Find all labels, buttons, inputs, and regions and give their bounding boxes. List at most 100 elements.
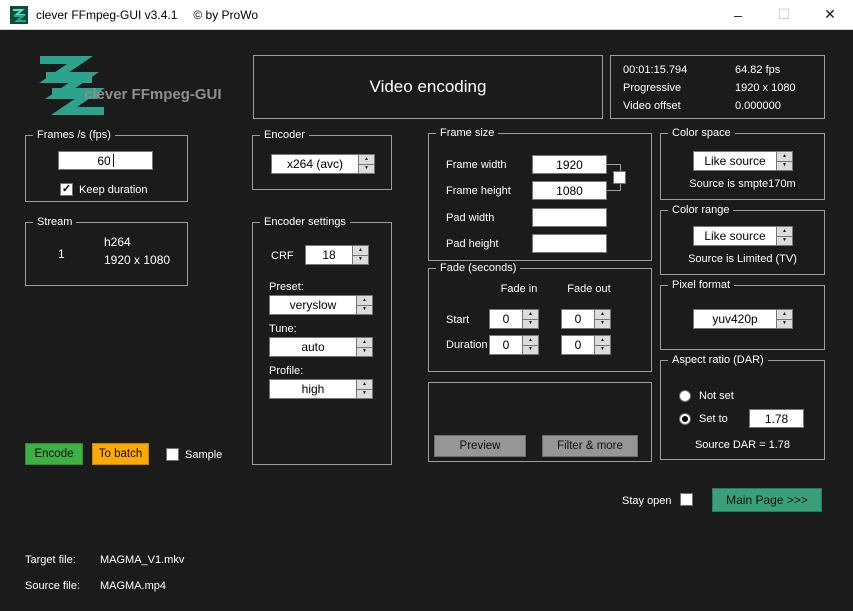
- encode-button[interactable]: Encode: [25, 443, 83, 465]
- page-title: Video encoding: [369, 77, 487, 96]
- preset-label: Preset:: [269, 281, 304, 293]
- spin-up-icon[interactable]: ▲: [595, 335, 611, 346]
- spin-down-icon[interactable]: ▼: [777, 161, 793, 171]
- spin-down-icon[interactable]: ▼: [353, 255, 369, 265]
- keep-duration-label: Keep duration: [79, 184, 148, 196]
- color-space-select[interactable]: Like source ▲ ▼: [693, 151, 793, 171]
- page-title-box: Video encoding: [253, 55, 603, 119]
- spin-up-icon[interactable]: ▲: [777, 309, 793, 320]
- preset-select[interactable]: veryslow ▲ ▼: [269, 295, 373, 315]
- spin-down-icon[interactable]: ▼: [777, 319, 793, 329]
- encoder-value[interactable]: x264 (avc): [271, 154, 359, 174]
- spinner-buttons: ▲ ▼: [523, 309, 539, 329]
- filter-more-button[interactable]: Filter & more: [542, 435, 638, 457]
- spin-down-icon[interactable]: ▼: [359, 164, 375, 174]
- spin-up-icon[interactable]: ▲: [523, 335, 539, 346]
- app-window: clever FFmpeg-GUI v3.4.1 © by ProWo – ☐ …: [0, 0, 853, 611]
- spin-down-icon[interactable]: ▼: [595, 319, 611, 329]
- spin-down-icon[interactable]: ▼: [357, 347, 373, 357]
- spin-down-icon[interactable]: ▼: [357, 305, 373, 315]
- fade-start-label: Start: [446, 314, 470, 326]
- fade-start-in-value[interactable]: 0: [489, 309, 523, 329]
- spin-up-icon[interactable]: ▲: [357, 337, 373, 348]
- spin-up-icon[interactable]: ▲: [595, 309, 611, 320]
- close-icon[interactable]: ✕: [807, 0, 853, 29]
- spin-up-icon[interactable]: ▲: [353, 245, 369, 256]
- preset-value[interactable]: veryslow: [269, 295, 357, 315]
- stream-group: Stream 1 h264 1920 x 1080: [25, 215, 188, 286]
- tune-value[interactable]: auto: [269, 337, 357, 357]
- spin-up-icon[interactable]: ▲: [523, 309, 539, 320]
- dar-input[interactable]: [749, 409, 804, 428]
- spin-up-icon[interactable]: ▲: [359, 154, 375, 165]
- crf-label: CRF: [271, 250, 294, 262]
- aspect-ratio-group: Aspect ratio (DAR) Not set Set to Source…: [660, 353, 825, 460]
- set-to-radio[interactable]: [679, 413, 691, 425]
- sample-checkbox[interactable]: [166, 448, 179, 461]
- spin-up-icon[interactable]: ▲: [777, 226, 793, 237]
- fade-start-out-stepper[interactable]: 0 ▲ ▼: [561, 309, 611, 329]
- spin-down-icon[interactable]: ▼: [357, 389, 373, 399]
- stream-resolution: 1920 x 1080: [104, 253, 171, 267]
- fade-out-header: Fade out: [567, 283, 611, 295]
- pad-width-input[interactable]: [532, 208, 607, 227]
- crf-value[interactable]: 18: [305, 245, 353, 265]
- spin-up-icon[interactable]: ▲: [357, 295, 373, 306]
- spin-up-icon[interactable]: ▲: [357, 379, 373, 390]
- pixel-format-value[interactable]: yuv420p: [693, 309, 777, 329]
- encoder-select[interactable]: x264 (avc) ▲ ▼: [271, 154, 375, 174]
- not-set-radio[interactable]: [679, 390, 691, 402]
- color-range-source-note: Source is Limited (TV): [688, 253, 797, 265]
- info-video-offset-value: 0.000000: [735, 100, 781, 112]
- fade-duration-in-value[interactable]: 0: [489, 335, 523, 355]
- spinner-buttons: ▲ ▼: [595, 335, 611, 355]
- frame-size-group: Frame size Frame width Frame height Pad …: [428, 126, 652, 261]
- frame-height-input[interactable]: [532, 181, 607, 200]
- color-space-value[interactable]: Like source: [693, 151, 777, 171]
- fade-start-out-value[interactable]: 0: [561, 309, 595, 329]
- window-controls: – ☐ ✕: [715, 0, 853, 29]
- fps-group-title: Frames /s (fps): [33, 128, 115, 143]
- pixel-format-select[interactable]: yuv420p ▲ ▼: [693, 309, 793, 329]
- fade-duration-out-stepper[interactable]: 0 ▲ ▼: [561, 335, 611, 355]
- app-logo-icon: [38, 56, 106, 115]
- pad-height-input[interactable]: [532, 234, 607, 253]
- color-range-value[interactable]: Like source: [693, 226, 777, 246]
- spin-down-icon[interactable]: ▼: [777, 236, 793, 246]
- video-info-box: 00:01:15.794 64.82 fps Progressive 1920 …: [610, 55, 825, 119]
- frame-link-checkbox[interactable]: [613, 171, 626, 184]
- fps-input[interactable]: 60: [58, 151, 153, 170]
- sample-label: Sample: [185, 449, 223, 461]
- main-page-button[interactable]: Main Page >>>: [712, 488, 822, 512]
- preview-button[interactable]: Preview: [434, 435, 526, 457]
- fade-duration-out-value[interactable]: 0: [561, 335, 595, 355]
- spin-down-icon[interactable]: ▼: [523, 319, 539, 329]
- tune-select[interactable]: auto ▲ ▼: [269, 337, 373, 357]
- profile-select[interactable]: high ▲ ▼: [269, 379, 373, 399]
- frame-width-input[interactable]: [532, 155, 607, 174]
- to-batch-button[interactable]: To batch: [92, 443, 149, 465]
- frame-width-label: Frame width: [446, 159, 507, 171]
- stream-codec: h264: [104, 235, 131, 249]
- crf-stepper[interactable]: 18 ▲ ▼: [305, 245, 369, 265]
- color-range-group: Color range Like source ▲ ▼ Source is Li…: [660, 203, 825, 275]
- color-range-select[interactable]: Like source ▲ ▼: [693, 226, 793, 246]
- spin-up-icon[interactable]: ▲: [777, 151, 793, 162]
- spinner-buttons: ▲ ▼: [357, 337, 373, 357]
- stay-open-checkbox[interactable]: [680, 493, 693, 506]
- info-timecode: 00:01:15.794: [623, 64, 688, 76]
- encoder-settings-group: Encoder settings CRF 18 ▲ ▼ Preset: very…: [252, 215, 392, 465]
- titlebar: clever FFmpeg-GUI v3.4.1 © by ProWo – ☐ …: [0, 0, 853, 30]
- fade-duration-label: Duration: [446, 339, 488, 351]
- minimize-icon[interactable]: –: [715, 0, 761, 29]
- info-row: Video offset 0.000000: [623, 100, 816, 112]
- spin-down-icon[interactable]: ▼: [595, 345, 611, 355]
- keep-duration-checkbox[interactable]: ✓: [60, 183, 73, 196]
- spin-down-icon[interactable]: ▼: [523, 345, 539, 355]
- fade-start-in-stepper[interactable]: 0 ▲ ▼: [489, 309, 539, 329]
- profile-value[interactable]: high: [269, 379, 357, 399]
- pixel-format-group: Pixel format yuv420p ▲ ▼: [660, 278, 825, 350]
- fade-duration-in-stepper[interactable]: 0 ▲ ▼: [489, 335, 539, 355]
- target-file-value: MAGMA_V1.mkv: [100, 554, 185, 566]
- spinner-buttons: ▲ ▼: [357, 295, 373, 315]
